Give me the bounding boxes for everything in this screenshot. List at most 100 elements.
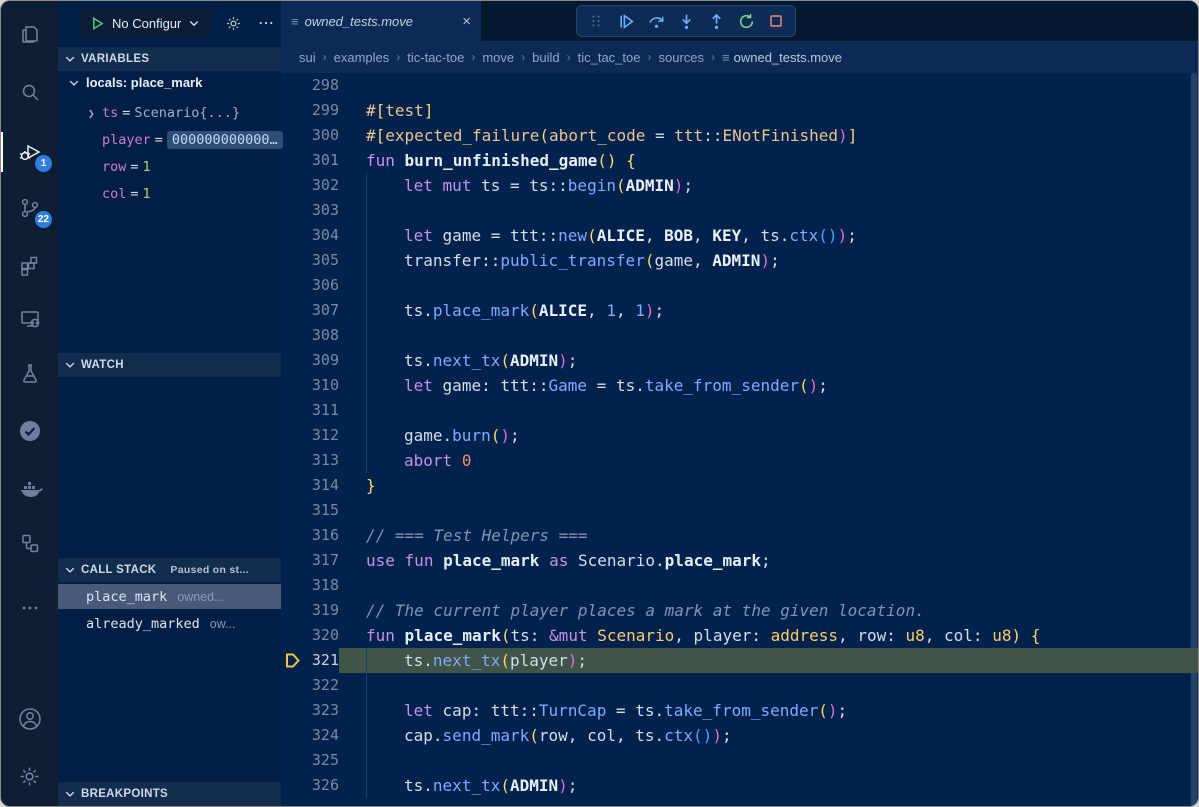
search-icon[interactable]: [1, 68, 58, 116]
variable-row-ts[interactable]: ❯ts=Scenario{...}: [88, 102, 240, 124]
call-stack-section-header[interactable]: CALL STACK Paused on st...: [58, 558, 281, 582]
line-number[interactable]: 310: [281, 373, 339, 398]
extensions-icon[interactable]: [1, 242, 58, 290]
breakpoints-section-header[interactable]: BREAKPOINTS: [58, 782, 281, 806]
line-number[interactable]: 325: [281, 748, 339, 773]
tab-owned-tests[interactable]: ≡ owned_tests.move ×: [281, 1, 481, 41]
line-number[interactable]: 298: [281, 73, 339, 98]
line-number[interactable]: 306: [281, 273, 339, 298]
stack-frame-already_marked[interactable]: already_markedow...: [58, 611, 281, 636]
line-number[interactable]: 301: [281, 148, 339, 173]
line-number[interactable]: 299: [281, 98, 339, 123]
containers-icon[interactable]: [1, 519, 58, 567]
line-number[interactable]: 307: [281, 298, 339, 323]
code-line-309: 309ts.next_tx(ADMIN);: [281, 348, 1198, 373]
variable-row-row[interactable]: row=1: [88, 156, 151, 178]
indent-guide: [366, 773, 404, 798]
settings-gear-icon[interactable]: [1, 752, 58, 800]
breadcrumb-item[interactable]: examples: [334, 50, 390, 65]
chevron-down-icon: [64, 359, 76, 371]
step-into-button[interactable]: [673, 8, 699, 34]
line-number[interactable]: 304: [281, 223, 339, 248]
docker-icon[interactable]: [1, 465, 58, 513]
code-line-320: 320fun place_mark(ts: &mut Scenario, pla…: [281, 623, 1198, 648]
line-number[interactable]: 326: [281, 773, 339, 798]
coverage-icon[interactable]: [1, 407, 58, 455]
drag-handle[interactable]: [583, 8, 609, 34]
code-line-323: 323let cap: ttt::TurnCap = ts.take_from_…: [281, 698, 1198, 723]
chevron-down-icon: [64, 53, 76, 65]
code-text: [339, 198, 1198, 223]
line-number[interactable]: 309: [281, 348, 339, 373]
step-out-button[interactable]: [703, 8, 729, 34]
code-line-326: 326ts.next_tx(ADMIN);: [281, 773, 1198, 798]
remote-explorer-icon[interactable]: [1, 294, 58, 342]
breadcrumb-item[interactable]: sources: [658, 50, 704, 65]
line-number[interactable]: 319: [281, 598, 339, 623]
stack-frame-place_mark[interactable]: place_markowned...: [58, 584, 281, 609]
code-text: ts.next_tx(player);: [339, 648, 1198, 673]
code-text: fun burn_unfinished_game() {: [339, 148, 1198, 173]
line-number[interactable]: 303: [281, 198, 339, 223]
breadcrumb-item[interactable]: tic-tac-toe: [407, 50, 464, 65]
line-number[interactable]: 302: [281, 173, 339, 198]
variable-name: player: [102, 132, 151, 148]
code-text: [339, 573, 1198, 598]
line-number[interactable]: 300: [281, 123, 339, 148]
breadcrumb-separator: ›: [464, 50, 482, 64]
more-views-icon[interactable]: [1, 584, 58, 632]
variable-name: ts: [102, 105, 118, 121]
watch-section-header[interactable]: WATCH: [58, 353, 281, 377]
restart-button[interactable]: [733, 8, 759, 34]
account-icon[interactable]: [1, 695, 58, 743]
variable-row-player[interactable]: player=000000000000…: [88, 129, 283, 151]
indent-guide: [366, 648, 404, 673]
source-control-icon[interactable]: 22: [1, 184, 58, 232]
line-number[interactable]: 315: [281, 498, 339, 523]
chevron-right-icon[interactable]: ❯: [88, 107, 102, 120]
line-number[interactable]: 313: [281, 448, 339, 473]
line-number[interactable]: 305: [281, 248, 339, 273]
step-over-button[interactable]: [643, 8, 669, 34]
continue-button[interactable]: [613, 8, 639, 34]
line-number[interactable]: 314: [281, 473, 339, 498]
line-number[interactable]: 308: [281, 323, 339, 348]
line-number[interactable]: 317: [281, 548, 339, 573]
line-number[interactable]: 321: [281, 648, 339, 673]
close-tab-icon[interactable]: ×: [462, 13, 471, 30]
line-number[interactable]: 312: [281, 423, 339, 448]
run-and-debug-icon[interactable]: 1: [1, 128, 58, 176]
breadcrumb-item[interactable]: move: [482, 50, 514, 65]
breadcrumb-item[interactable]: sui: [299, 50, 316, 65]
code-text: [339, 273, 1198, 298]
code-text: game.burn();: [339, 423, 1198, 448]
line-number[interactable]: 316: [281, 523, 339, 548]
line-number[interactable]: 318: [281, 573, 339, 598]
testing-icon[interactable]: [1, 349, 58, 397]
line-number[interactable]: 324: [281, 723, 339, 748]
variable-row-col[interactable]: col=1: [88, 183, 151, 205]
tab-bar: ≡ owned_tests.move ×: [281, 1, 1198, 41]
variables-section-header[interactable]: VARIABLES: [58, 47, 281, 71]
breadcrumb-item[interactable]: build: [532, 50, 559, 65]
debug-settings-gear-icon[interactable]: [224, 14, 243, 33]
views-more-icon[interactable]: [257, 14, 275, 32]
variable-value: Scenario{...}: [134, 105, 240, 121]
code-text: let cap: ttt::TurnCap = ts.take_from_sen…: [339, 698, 1198, 723]
launch-config-dropdown[interactable]: No Configur: [80, 9, 210, 37]
code-line-312: 312game.burn();: [281, 423, 1198, 448]
indent-guide: [366, 248, 404, 273]
explorer-icon[interactable]: [1, 10, 58, 58]
line-number[interactable]: 323: [281, 698, 339, 723]
line-number[interactable]: 320: [281, 623, 339, 648]
breadcrumb-separator: ›: [560, 50, 578, 64]
breadcrumb-item[interactable]: ≡owned_tests.move: [722, 50, 842, 65]
breadcrumb-separator: ›: [514, 50, 532, 64]
stop-button[interactable]: [763, 8, 789, 34]
code-editor[interactable]: 298299#[test]300#[expected_failure(abort…: [281, 73, 1198, 807]
line-number[interactable]: 311: [281, 398, 339, 423]
line-number[interactable]: 322: [281, 673, 339, 698]
breadcrumb-item[interactable]: tic_tac_toe: [578, 50, 641, 65]
variables-scope-row[interactable]: locals: place_mark: [68, 75, 202, 90]
frame-source: ow...: [210, 617, 236, 631]
